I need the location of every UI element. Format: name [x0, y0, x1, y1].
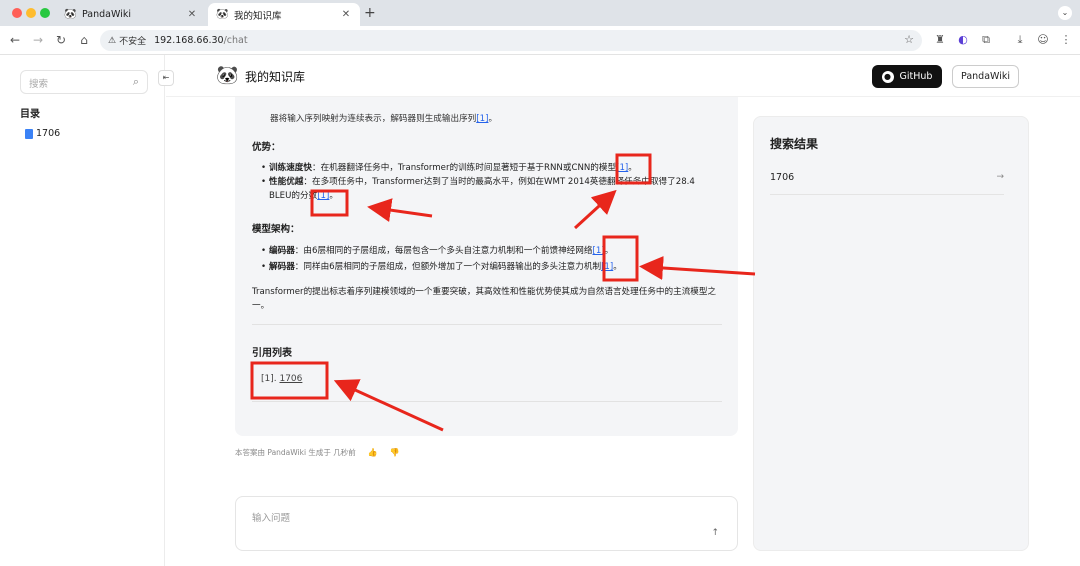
list-term: 解码器	[269, 262, 295, 272]
list-tail: 。	[329, 191, 338, 201]
address-bar[interactable]: ⚠ 不安全 192.168.66.30/chat ☆	[100, 30, 922, 51]
architecture-heading: 模型架构：	[252, 224, 300, 235]
search-icon[interactable]: ⌕	[133, 75, 139, 89]
citation-index: [1].	[261, 374, 277, 384]
search-results-panel: 搜索结果 1706 →	[753, 116, 1029, 551]
clipped-text: 器将输入序列映射为连续表示，解码器则生成输出序列	[270, 114, 477, 124]
tab-title: 我的知识库	[234, 10, 282, 22]
divider	[770, 194, 1004, 195]
sidebar-item-1706[interactable]: 1706	[25, 128, 60, 139]
browser-tab-knowledge-base[interactable]: 🐼 我的知识库 ✕	[208, 3, 360, 26]
question-placeholder: 输入问题	[252, 513, 291, 524]
list-tail: 。	[628, 163, 637, 173]
arrow-right-icon[interactable]: →	[996, 172, 1004, 182]
profile-avatar-icon[interactable]: ☺	[1036, 33, 1050, 47]
panda-favicon-icon: 🐼	[216, 8, 229, 20]
panda-logo-icon[interactable]: 🐼	[216, 65, 238, 87]
thumbs-up-icon[interactable]: 👍	[368, 448, 378, 457]
citation-ref[interactable]: [1]	[476, 114, 488, 124]
list-tail: 。	[613, 262, 622, 272]
url-path: /chat	[223, 35, 248, 46]
citations-heading: 引用列表	[252, 348, 292, 359]
browser-tab-bar: 🐼 PandaWiki ✕ 🐼 我的知识库 ✕ + ⌄	[0, 0, 1080, 26]
search-results-title: 搜索结果	[770, 137, 819, 151]
forward-arrow-icon[interactable]: →	[31, 33, 45, 47]
page-header: 🐼 我的知识库 ● GitHub PandaWiki	[166, 55, 1080, 97]
close-tab-icon[interactable]: ✕	[340, 9, 352, 20]
citation-ref[interactable]: [1]	[616, 163, 628, 173]
sidebar-search-input[interactable]: 搜索 ⌕	[20, 70, 148, 94]
search-result-item[interactable]: 1706 →	[770, 172, 1004, 183]
advantages-heading: 优势：	[252, 142, 281, 153]
list-item: 编码器：由6层相同的子层组成，每层包含一个多头自注意力机制和一个前馈神经网络[1…	[261, 244, 699, 258]
sidebar-item-label: 1706	[36, 128, 61, 139]
minimize-window-button[interactable]	[26, 8, 36, 18]
puzzle-extensions-icon[interactable]: ⧉	[979, 33, 993, 47]
list-tail: 。	[604, 246, 614, 256]
list-text: ：由6层相同的子层组成，每层包含一个多头自注意力机制和一个前馈神经网络	[294, 246, 593, 256]
github-icon: ●	[881, 70, 894, 83]
home-icon[interactable]: ⌂	[77, 33, 91, 47]
more-menu-icon[interactable]: ⋮	[1059, 33, 1073, 47]
list-item: 性能优越：在多项任务中，Transformer达到了当时的最高水平，例如在WMT…	[261, 175, 699, 203]
list-term: 训练速度快	[269, 163, 312, 173]
document-icon	[25, 128, 33, 139]
summary-paragraph: Transformer的提出标志着序列建模领域的一个重要突破，其高效性和性能优势…	[252, 287, 717, 311]
extension-icon[interactable]: ♜	[933, 33, 947, 47]
warning-icon: ⚠	[108, 35, 117, 46]
citation-item[interactable]: [1]. 1706	[261, 374, 302, 384]
site-title[interactable]: 我的知识库	[245, 68, 305, 85]
panda-favicon-icon: 🐼	[64, 8, 77, 20]
list-term: 编码器	[269, 246, 295, 256]
citation-ref[interactable]: [1]	[592, 246, 604, 256]
pandawiki-label: PandaWiki	[961, 71, 1010, 82]
list-text: ：在机器翻译任务中，Transformer的训练时间显著短于基于RNN或CNN的…	[311, 163, 617, 173]
app-root: 搜索 ⌕ 目录 1706 ⇤ 🐼 我的知识库 ● GitHub PandaWik…	[0, 55, 1080, 566]
list-text: ：同样由6层相同的子层组成，但额外增加了一个对编码器输出的多头注意力机制	[294, 262, 602, 272]
citation-ref[interactable]: [1]	[601, 262, 613, 272]
generated-text: 本答案由 PandaWiki 生成于 几秒前	[235, 448, 356, 457]
pandawiki-button[interactable]: PandaWiki	[952, 65, 1019, 88]
browser-tab-pandawiki[interactable]: 🐼 PandaWiki ✕	[56, 3, 206, 26]
send-arrow-icon[interactable]: ↑	[711, 528, 719, 538]
tab-title: PandaWiki	[82, 9, 131, 20]
github-label: GitHub	[899, 71, 933, 82]
thumbs-down-icon[interactable]: 👎	[390, 448, 400, 457]
close-tab-icon[interactable]: ✕	[186, 9, 198, 20]
citation-ref[interactable]: [1]	[317, 191, 329, 201]
search-result-label: 1706	[770, 172, 795, 183]
reload-icon[interactable]: ↻	[54, 33, 68, 47]
list-term: 性能优越	[269, 177, 304, 187]
divider	[252, 324, 722, 325]
list-item: 解码器：同样由6层相同的子层组成，但额外增加了一个对编码器输出的多头注意力机制[…	[261, 260, 699, 274]
toc-title: 目录	[20, 109, 40, 120]
url-host: 192.168.66.30	[154, 35, 224, 46]
maximize-window-button[interactable]	[40, 8, 50, 18]
sidebar: 搜索 ⌕ 目录 1706	[0, 55, 165, 566]
tab-search-chevron-icon[interactable]: ⌄	[1058, 6, 1072, 20]
search-placeholder: 搜索	[29, 79, 49, 90]
answer-card: 器将输入序列映射为连续表示，解码器则生成输出序列[1]。 优势： 训练速度快：在…	[235, 97, 738, 436]
download-icon[interactable]: ⤓	[1013, 33, 1027, 47]
bookmark-star-icon[interactable]: ☆	[904, 33, 914, 46]
browser-toolbar: ← → ↻ ⌂ ⚠ 不安全 192.168.66.30/chat ☆ ♜ ◐ ⧉…	[0, 26, 1080, 55]
question-input[interactable]: 输入问题 ↑	[235, 496, 738, 551]
answer-meta: 本答案由 PandaWiki 生成于 几秒前 👍 👎	[235, 447, 400, 458]
back-arrow-icon[interactable]: ←	[8, 33, 22, 47]
list-item: 训练速度快：在机器翻译任务中，Transformer的训练时间显著短于基于RNN…	[261, 161, 699, 175]
github-button[interactable]: ● GitHub	[872, 65, 942, 88]
close-window-button[interactable]	[12, 8, 22, 18]
extension-icon[interactable]: ◐	[956, 33, 970, 47]
citation-link[interactable]: 1706	[279, 374, 302, 384]
new-tab-button[interactable]: +	[364, 5, 376, 21]
divider	[252, 401, 722, 402]
security-label[interactable]: 不安全	[119, 34, 146, 47]
answer-clipped-line: 器将输入序列映射为连续表示，解码器则生成输出序列[1]。	[270, 114, 498, 124]
